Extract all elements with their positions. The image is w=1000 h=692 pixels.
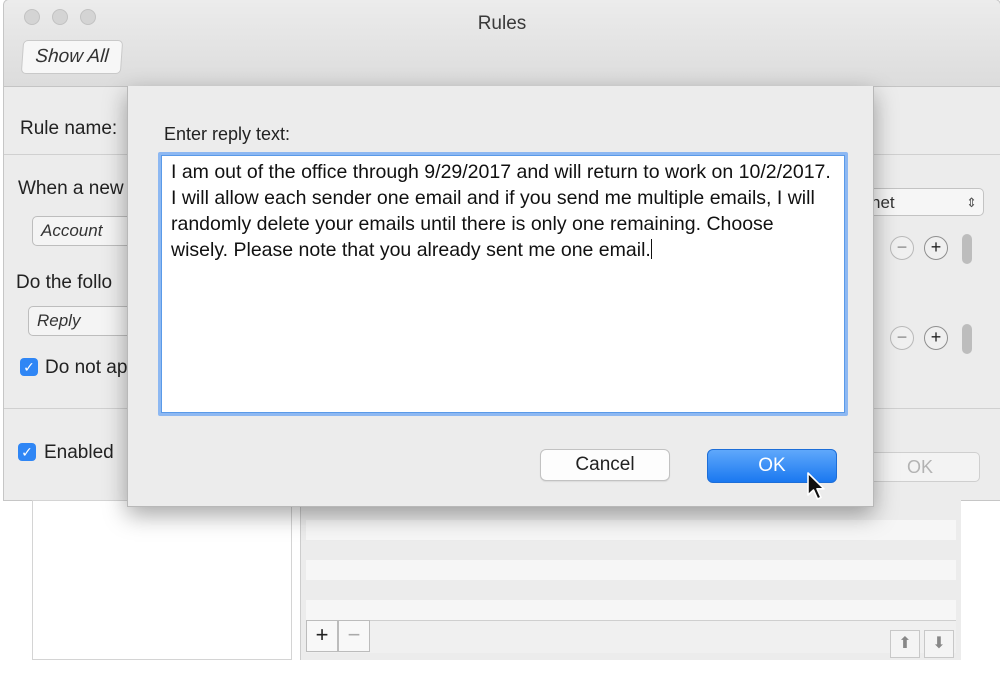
action-drag-handle[interactable]	[962, 324, 972, 354]
cancel-button[interactable]: Cancel	[540, 449, 670, 481]
list-row	[306, 600, 956, 620]
move-up-arrow-icon[interactable]: ⬆	[890, 630, 920, 658]
rules-list[interactable]	[32, 500, 292, 660]
enabled-label: Enabled	[44, 442, 114, 463]
condition-popup[interactable]: Account	[32, 216, 138, 246]
do-not-apply-label: Do not ap	[45, 357, 128, 378]
title-bar: Rules Show All	[4, 0, 1000, 87]
text-caret	[650, 239, 653, 259]
add-condition-button[interactable]: +	[924, 236, 948, 260]
remove-condition-button[interactable]: −	[890, 236, 914, 260]
show-all-button[interactable]: Show All	[20, 40, 124, 74]
move-down-arrow-icon[interactable]: ⬇	[924, 630, 954, 658]
up-down-chevron-icon: ⇕	[966, 195, 977, 210]
remove-rule-button[interactable]: −	[338, 620, 370, 652]
list-toolbar	[306, 620, 956, 653]
do-following-label: Do the follo	[16, 272, 113, 293]
list-row	[306, 520, 956, 540]
reply-prompt-label: Enter reply text:	[164, 124, 291, 144]
condition-value-dropdown[interactable]: net ⇕	[864, 188, 984, 216]
rule-name-label: Rule name:	[20, 118, 118, 139]
condition-drag-handle[interactable]	[962, 234, 972, 264]
when-label: When a new	[18, 178, 124, 199]
mouse-pointer-icon	[806, 472, 828, 507]
enabled-checkbox[interactable]: ✓	[18, 443, 36, 461]
remove-action-button[interactable]: −	[890, 326, 914, 350]
condition-value-text: net	[871, 193, 895, 212]
do-not-apply-checkbox[interactable]: ✓	[20, 358, 38, 376]
rules-ok-button[interactable]: OK	[860, 452, 980, 482]
list-row	[306, 560, 956, 580]
add-action-button[interactable]: +	[924, 326, 948, 350]
reply-text-area[interactable]: I am out of the office through 9/29/2017…	[158, 152, 848, 416]
reply-text-sheet: Enter reply text: I am out of the office…	[127, 86, 874, 507]
window-title: Rules	[477, 13, 527, 34]
action-popup[interactable]: Reply	[28, 306, 138, 336]
add-rule-button[interactable]: +	[306, 620, 338, 652]
reply-text-content: I am out of the office through 9/29/2017…	[171, 161, 837, 261]
